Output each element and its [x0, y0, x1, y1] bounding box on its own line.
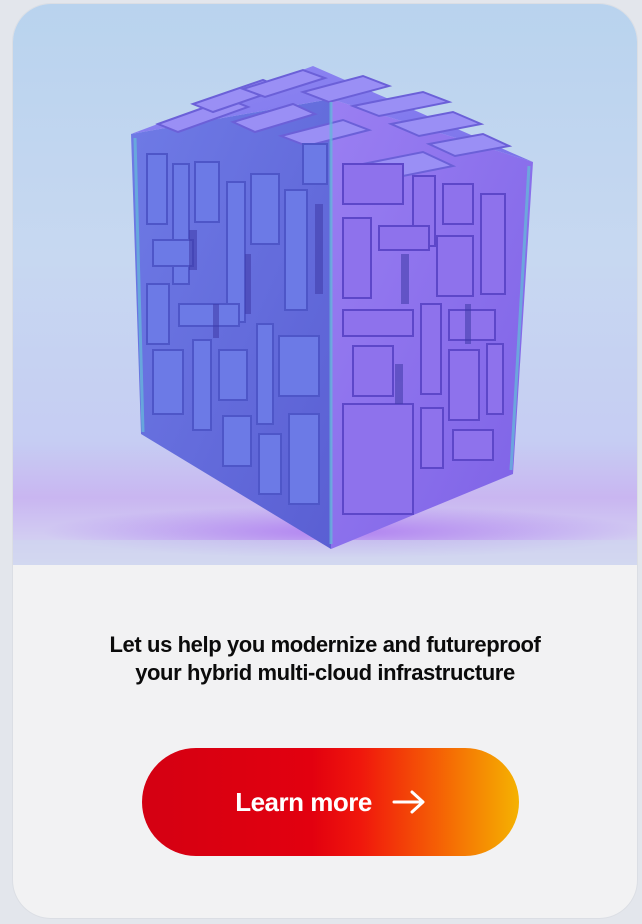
- learn-more-button[interactable]: Learn more: [142, 748, 519, 856]
- promo-card: Let us help you modernize and futureproo…: [13, 4, 637, 918]
- learn-more-label: Learn more: [235, 786, 372, 817]
- hero-image: [13, 4, 637, 565]
- arrow-right-icon: [392, 790, 426, 814]
- card-headline: Let us help you modernize and futureproo…: [109, 632, 541, 685]
- modular-cube-illustration: [13, 66, 637, 565]
- card-content: Let us help you modernize and futureproo…: [13, 565, 637, 918]
